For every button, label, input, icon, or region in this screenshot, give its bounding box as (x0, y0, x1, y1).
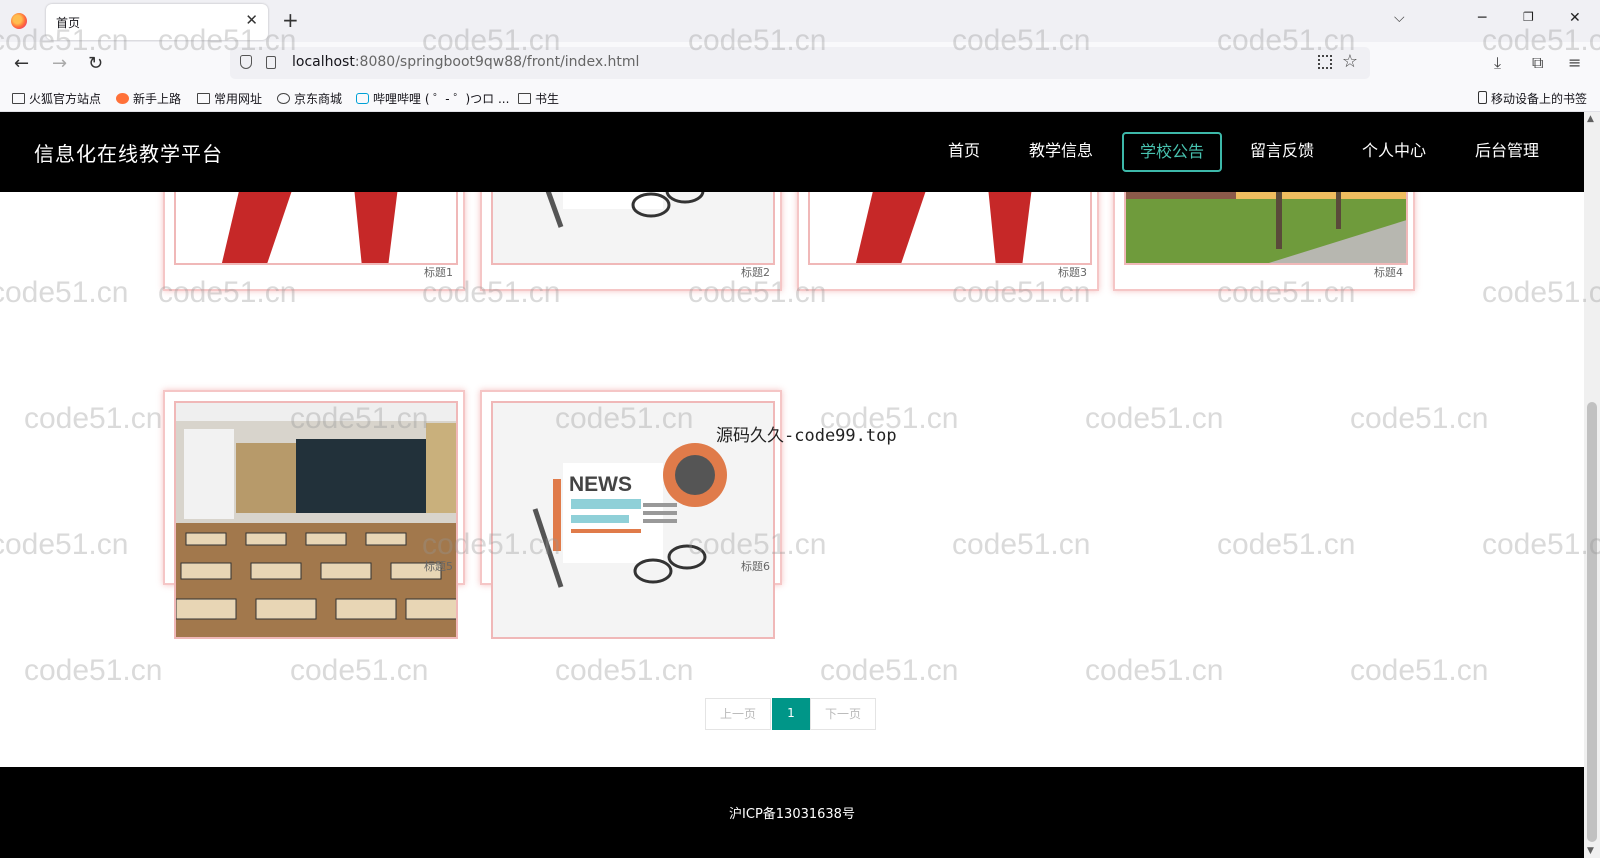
url-text[interactable]: localhost:8080/springboot9qw88/front/ind… (292, 54, 639, 70)
forward-icon[interactable]: → (52, 52, 67, 76)
prev-page-button[interactable]: 上一页 (705, 698, 771, 730)
bookmarks-bar: 火狐官方站点 新手上路 常用网址 京东商城 哔哩哔哩 ( ゜- ゜)つロ ...… (0, 86, 1600, 112)
icp-record: 沪ICP备13031638号 (729, 807, 855, 822)
globe-icon (277, 93, 290, 104)
card-title: 标题5 (424, 560, 453, 573)
back-icon[interactable]: ← (14, 52, 29, 76)
nav-teaching-info[interactable]: 教学信息 (1013, 132, 1109, 172)
browser-tab[interactable]: 首页 ✕ (46, 4, 268, 40)
site-header: 信息化在线教学平台 首页 教学信息 学校公告 留言反馈 个人中心 后台管理 (0, 112, 1584, 192)
bookmark-item[interactable]: 京东商城 (277, 90, 342, 107)
minimize-icon[interactable]: ─ (1478, 10, 1486, 26)
scroll-up-icon[interactable]: ▲ (1587, 114, 1594, 124)
scrollbar[interactable]: ▲ ▼ (1584, 112, 1600, 858)
notice-card[interactable]: 标题5 (163, 390, 465, 639)
folder-icon (518, 93, 531, 104)
card-title: 标题4 (1374, 266, 1403, 279)
nav-feedback[interactable]: 留言反馈 (1234, 132, 1330, 172)
site-title: 信息化在线教学平台 (34, 142, 223, 166)
page-viewport: 信息化在线教学平台 首页 教学信息 学校公告 留言反馈 个人中心 后台管理 NE… (0, 112, 1584, 858)
browser-tab-strip: 首页 ✕ + ⌵ ─ ❐ ✕ (0, 0, 1600, 42)
close-tab-icon[interactable]: ✕ (245, 11, 258, 29)
nav-admin[interactable]: 后台管理 (1459, 132, 1555, 172)
bilibili-icon (356, 93, 369, 104)
site-footer: 沪ICP备13031638号 (0, 767, 1584, 858)
card-title: 标题1 (424, 266, 453, 279)
firefox-icon (116, 93, 129, 104)
new-tab-icon[interactable]: + (282, 9, 299, 31)
scrollbar-thumb[interactable] (1587, 402, 1597, 842)
card-title: 标题3 (1058, 266, 1087, 279)
scroll-down-icon[interactable]: ▼ (1587, 846, 1594, 856)
window-close-icon[interactable]: ✕ (1569, 10, 1581, 26)
phone-icon (1478, 91, 1487, 104)
menu-icon[interactable]: ≡ (1568, 53, 1581, 72)
page-1-button[interactable]: 1 (772, 698, 810, 730)
tab-title: 首页 (56, 16, 81, 30)
shield-icon[interactable] (240, 55, 252, 69)
firefox-icon (11, 13, 27, 29)
bookmark-item[interactable]: 书生 (518, 90, 559, 107)
folder-icon (197, 93, 210, 104)
next-page-button[interactable]: 下一页 (810, 698, 876, 730)
extensions-icon[interactable]: ⧉ (1532, 53, 1543, 73)
bookmark-item[interactable]: 新手上路 (116, 90, 181, 107)
reload-icon[interactable]: ↻ (88, 52, 103, 76)
svg-text:NEWS: NEWS (569, 473, 632, 496)
overlay-watermark-text: 源码久久-code99.top (716, 426, 897, 446)
folder-icon (12, 93, 25, 104)
download-icon[interactable]: ⤓ (1494, 53, 1501, 73)
bookmark-item[interactable]: 火狐官方站点 (12, 90, 101, 107)
nav-school-notice[interactable]: 学校公告 (1122, 132, 1223, 172)
classroom-image (174, 401, 458, 639)
bookmark-star-icon[interactable]: ☆ (1342, 51, 1358, 72)
mobile-bookmarks[interactable]: 移动设备上的书签 (1478, 90, 1587, 107)
address-bar[interactable]: localhost:8080/springboot9qw88/front/ind… (230, 47, 1370, 79)
qr-code-icon[interactable] (1318, 55, 1332, 69)
notice-card[interactable]: NEWS 标题6 (480, 390, 782, 639)
chevron-down-icon[interactable]: ⌵ (1394, 10, 1405, 26)
restore-icon[interactable]: ❐ (1523, 10, 1534, 24)
nav-personal-center[interactable]: 个人中心 (1346, 132, 1442, 172)
bookmark-item[interactable]: 常用网址 (197, 90, 262, 107)
browser-navbar: ← → ↻ localhost:8080/springboot9qw88/fro… (0, 42, 1600, 86)
page-icon[interactable] (266, 56, 276, 69)
card-title: 标题2 (741, 266, 770, 279)
card-title: 标题6 (741, 560, 770, 573)
bookmark-item[interactable]: 哔哩哔哩 ( ゜- ゜)つロ ... (356, 90, 509, 107)
nav-home[interactable]: 首页 (932, 132, 996, 172)
